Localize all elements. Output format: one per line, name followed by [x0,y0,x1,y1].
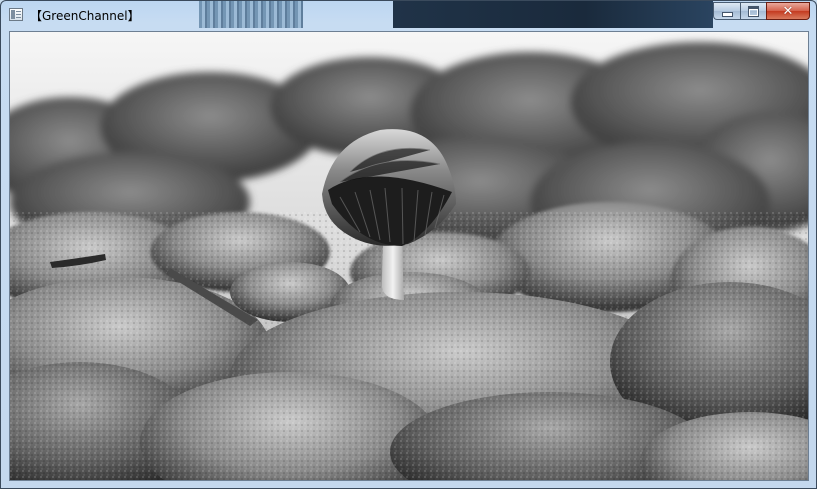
close-button[interactable]: ✕ [766,2,810,20]
minimize-icon [721,11,733,17]
title-bar-background-strip [199,1,303,28]
window-title: 【GreenChannel】 [30,9,140,23]
app-window-icon[interactable] [9,8,23,21]
minimize-button[interactable] [713,2,740,20]
caption-buttons: ✕ [713,2,810,21]
mushroom-photo [10,32,808,480]
title-bar[interactable]: 【GreenChannel】 ✕ [1,1,816,29]
maximize-button[interactable] [740,2,766,20]
app-window: 【GreenChannel】 ✕ [0,0,817,489]
image-canvas[interactable] [9,31,809,481]
title-bar-background-dark [393,1,713,28]
close-icon: ✕ [782,3,794,19]
maximize-icon [748,5,759,17]
